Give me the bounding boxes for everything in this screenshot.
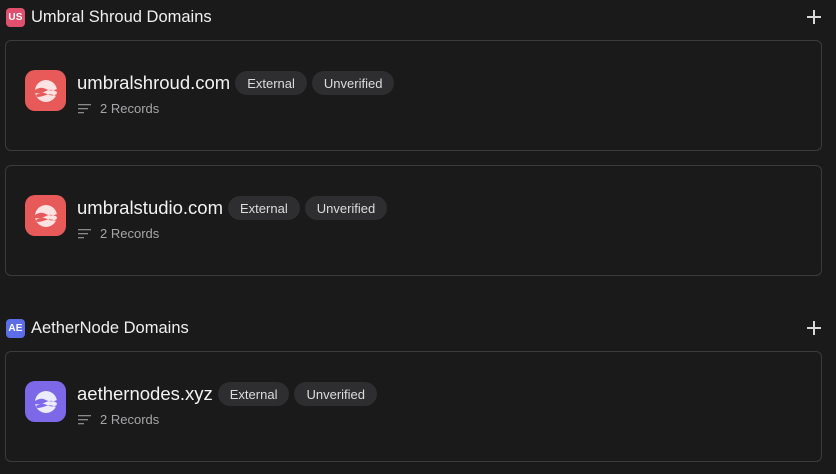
tag-unverified: Unverified — [294, 382, 377, 406]
add-domain-button[interactable] — [806, 9, 822, 25]
group-header-umbral-shroud: US Umbral Shroud Domains — [6, 5, 822, 29]
cloud-logo-icon — [25, 195, 66, 236]
domain-name[interactable]: umbralstudio.com — [77, 197, 223, 219]
list-lines-icon — [78, 103, 91, 113]
records-count: 2 Records — [78, 412, 159, 427]
team-badge: AE — [6, 318, 25, 338]
domain-card-aethernodes[interactable]: aethernodes.xyz External Unverified 2 Re… — [5, 351, 822, 462]
records-label: 2 Records — [100, 412, 160, 427]
domain-title-row: umbralshroud.com External Unverified — [77, 71, 399, 95]
domain-card-umbralshroud[interactable]: umbralshroud.com External Unverified 2 R… — [5, 40, 822, 151]
list-lines-icon — [78, 228, 91, 238]
tag-external: External — [235, 71, 307, 95]
list-lines-icon — [78, 414, 91, 424]
tag-external: External — [228, 196, 300, 220]
domain-card-umbralstudio[interactable]: umbralstudio.com External Unverified 2 R… — [5, 165, 822, 276]
records-count: 2 Records — [78, 226, 159, 241]
add-domain-button[interactable] — [806, 320, 822, 336]
group-title: Umbral Shroud Domains — [31, 7, 212, 26]
records-label: 2 Records — [100, 226, 160, 241]
records-label: 2 Records — [100, 101, 160, 116]
team-badge: US — [6, 7, 25, 27]
group-header-aethernode: AE AetherNode Domains — [6, 316, 822, 340]
group-title: AetherNode Domains — [31, 318, 189, 337]
domain-title-row: aethernodes.xyz External Unverified — [77, 382, 382, 406]
tag-unverified: Unverified — [311, 71, 395, 95]
tag-unverified: Unverified — [304, 196, 388, 220]
domain-title-row: umbralstudio.com External Unverified — [77, 196, 392, 220]
domain-name[interactable]: aethernodes.xyz — [77, 383, 213, 405]
tag-external: External — [217, 382, 290, 406]
domain-name[interactable]: umbralshroud.com — [77, 72, 230, 94]
cloud-logo-icon — [25, 70, 66, 111]
records-count: 2 Records — [78, 101, 159, 116]
domains-page: US Umbral Shroud Domains umbralshroud.co… — [0, 0, 836, 474]
cloud-logo-icon — [25, 381, 66, 422]
